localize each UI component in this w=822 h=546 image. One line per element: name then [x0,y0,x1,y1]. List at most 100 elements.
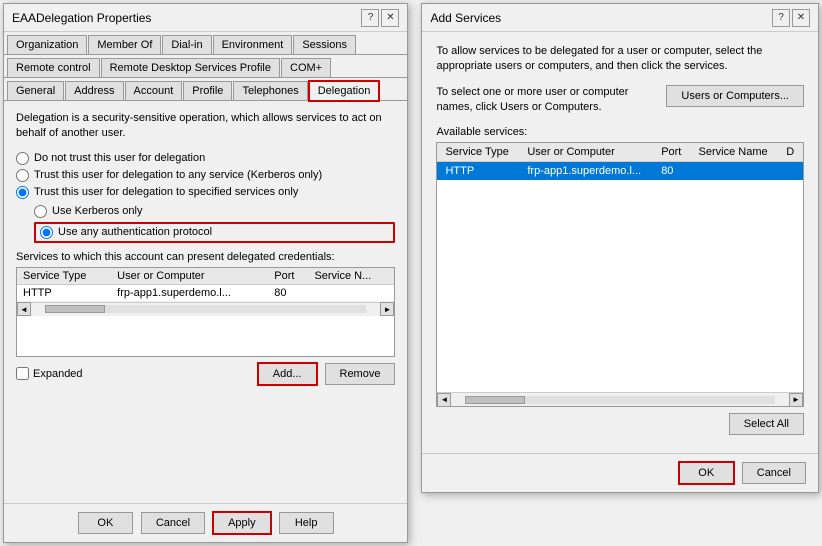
right-cancel-button[interactable]: Cancel [742,462,806,484]
expanded-checkbox-label[interactable]: Expanded [16,367,83,380]
tab-delegation[interactable]: Delegation [309,81,380,101]
users-computers-row: To select one or more user or computer n… [436,85,804,116]
tab-address[interactable]: Address [65,81,123,100]
right-dialog: Add Services ? ✕ To allow services to be… [421,3,819,493]
col-port: Port [268,268,308,285]
radio-trust-specified[interactable]: Trust this user for delegation to specif… [16,186,395,199]
right-help-button[interactable]: ? [772,9,790,27]
left-scrollbar-h[interactable]: ◄ ► [17,302,394,316]
users-computers-text: To select one or more user or computer n… [436,85,656,116]
radio-any-auth-label: Use any authentication protocol [58,226,212,238]
radio-trust-any-input[interactable] [16,169,29,182]
radio-do-not-trust[interactable]: Do not trust this user for delegation [16,152,395,165]
right-description-1: To allow services to be delegated for a … [436,44,804,75]
col-service-type: Service Type [17,268,111,285]
delegation-description: Delegation is a security-sensitive opera… [16,111,395,142]
scroll-track[interactable] [45,305,366,313]
apply-button[interactable]: Apply [213,512,271,534]
avail-cell-d [778,161,803,180]
ok-button[interactable]: OK [78,512,133,534]
close-button[interactable]: ✕ [381,9,399,27]
users-computers-button[interactable]: Users or Computers... [666,85,804,107]
tab-member-of[interactable]: Member Of [88,35,161,54]
right-dialog-title: Add Services [430,11,501,25]
tab-account[interactable]: Account [125,81,183,100]
services-table: Service Type User or Computer Port Servi… [17,268,394,302]
scroll-thumb[interactable] [45,305,105,313]
right-scrollbar-h[interactable]: ◄ ► [437,392,803,406]
tabs-row-3: General Address Account Profile Telephon… [4,78,407,101]
scroll-right-arrow[interactable]: ► [380,302,394,316]
radio-kerberos-only[interactable]: Use Kerberos only [34,205,395,218]
radio-any-auth-input[interactable] [40,226,53,239]
avail-table-row[interactable]: HTTP frp-app1.superdemo.l... 80 [437,161,803,180]
col-service-name: Service N... [308,268,394,285]
tab-com[interactable]: COM+ [281,58,331,77]
available-table-container: Service Type User or Computer Port Servi… [436,142,804,407]
tab-dial-in[interactable]: Dial-in [162,35,211,54]
cancel-button[interactable]: Cancel [141,512,205,534]
available-table-scroll: Service Type User or Computer Port Servi… [437,143,803,392]
right-dialog-footer: OK Cancel [422,453,818,492]
left-dialog-content: Delegation is a security-sensitive opera… [4,101,407,503]
left-dialog-footer: OK Cancel Apply Help [4,503,407,542]
radio-do-not-trust-input[interactable] [16,152,29,165]
select-all-row: Select All [436,413,804,435]
tab-rdp[interactable]: Remote Desktop Services Profile [101,58,280,77]
expanded-label: Expanded [33,368,83,380]
right-titlebar-controls: ? ✕ [772,9,810,27]
avail-col-service-name: Service Name [691,143,779,162]
tabs-row-2: Remote control Remote Desktop Services P… [4,55,407,78]
avail-col-user-computer: User or Computer [519,143,653,162]
right-scroll-right-arrow[interactable]: ► [789,393,803,407]
radio-trust-specified-label: Trust this user for delegation to specif… [34,186,298,198]
help-footer-button[interactable]: Help [279,512,334,534]
cell-port: 80 [268,284,308,301]
radio-kerberos-only-label: Use Kerberos only [52,205,143,217]
available-table: Service Type User or Computer Port Servi… [437,143,803,180]
tab-environment[interactable]: Environment [213,35,293,54]
bottom-row: Expanded Add... Remove [16,363,395,385]
tab-profile[interactable]: Profile [183,81,232,100]
tab-telephones[interactable]: Telephones [233,81,307,100]
avail-col-d: D [778,143,803,162]
left-dialog-title: EAADelegation Properties [12,11,151,25]
tab-organization[interactable]: Organization [7,35,87,54]
avail-cell-service-type: HTTP [437,161,519,180]
cell-user-computer: frp-app1.superdemo.l... [111,284,268,301]
left-titlebar: EAADelegation Properties ? ✕ [4,4,407,32]
tab-general[interactable]: General [7,81,64,100]
cell-service-type: HTTP [17,284,111,301]
right-titlebar: Add Services ? ✕ [422,4,818,32]
radio-trust-specified-input[interactable] [16,186,29,199]
left-titlebar-controls: ? ✕ [361,9,399,27]
right-content: To allow services to be delegated for a … [422,32,818,453]
table-row[interactable]: HTTP frp-app1.superdemo.l... 80 [17,284,394,301]
right-scroll-left-arrow[interactable]: ◄ [437,393,451,407]
services-table-container: Service Type User or Computer Port Servi… [16,267,395,357]
tab-sessions[interactable]: Sessions [293,35,356,54]
radio-any-auth[interactable]: Use any authentication protocol [34,222,395,243]
help-button[interactable]: ? [361,9,379,27]
sub-radio-group: Use Kerberos only Use any authentication… [34,205,395,243]
avail-cell-user-computer: frp-app1.superdemo.l... [519,161,653,180]
delegation-radio-group: Do not trust this user for delegation Tr… [16,152,395,199]
col-user-computer: User or Computer [111,268,268,285]
left-dialog: EAADelegation Properties ? ✕ Organizatio… [3,3,408,543]
tab-remote-control[interactable]: Remote control [7,58,100,77]
cell-service-name [308,284,394,301]
select-all-button[interactable]: Select All [729,413,804,435]
available-label: Available services: [436,126,804,138]
scroll-left-arrow[interactable]: ◄ [17,302,31,316]
add-button[interactable]: Add... [258,363,317,385]
radio-do-not-trust-label: Do not trust this user for delegation [34,152,205,164]
remove-button[interactable]: Remove [325,363,396,385]
radio-kerberos-only-input[interactable] [34,205,47,218]
expanded-checkbox[interactable] [16,367,29,380]
right-close-button[interactable]: ✕ [792,9,810,27]
right-scroll-thumb[interactable] [465,396,525,404]
radio-trust-any[interactable]: Trust this user for delegation to any se… [16,169,395,182]
right-scroll-track[interactable] [465,396,775,404]
right-ok-button[interactable]: OK [679,462,734,484]
avail-col-service-type: Service Type [437,143,519,162]
